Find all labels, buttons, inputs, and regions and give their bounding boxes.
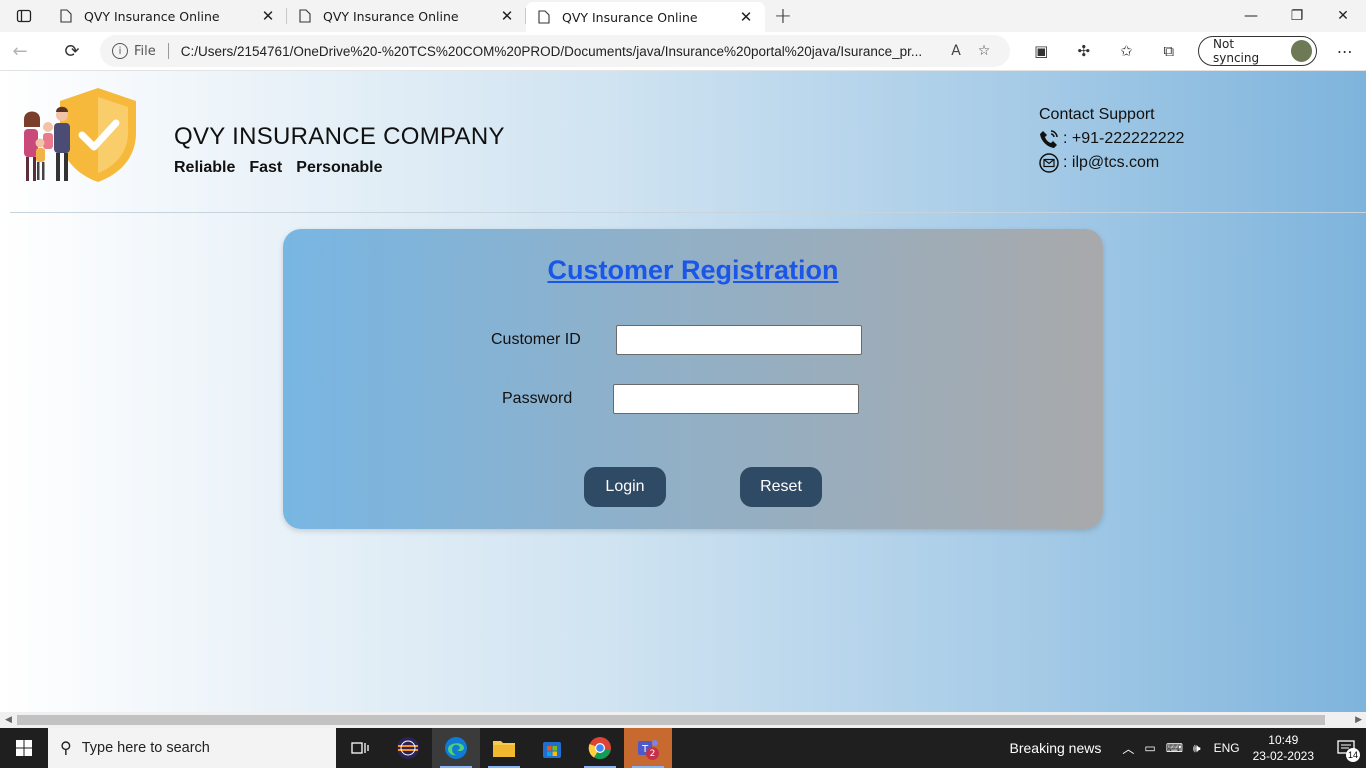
login-button[interactable]: Login bbox=[584, 467, 666, 507]
company-name: QVY INSURANCE COMPANY bbox=[174, 123, 505, 150]
extensions-icon[interactable]: ✣ bbox=[1063, 42, 1106, 60]
favorites-icon[interactable]: ✩ bbox=[1105, 42, 1148, 60]
reader-view-icon[interactable]: ▣ bbox=[1020, 42, 1063, 60]
toolbar-right: ▣ ✣ ✩ ⧉ Not syncing ⋯ bbox=[1020, 35, 1366, 67]
tab-title: QVY Insurance Online bbox=[323, 8, 459, 24]
collections-icon[interactable]: ⧉ bbox=[1148, 42, 1191, 60]
chrome-icon bbox=[588, 737, 611, 760]
tab-title: QVY Insurance Online bbox=[84, 8, 220, 24]
url-text[interactable]: C:/Users/2154761/OneDrive%20-%20TCS%20CO… bbox=[181, 44, 942, 59]
add-favorite-icon[interactable]: ☆ bbox=[970, 43, 998, 59]
contact-phone-row: : +91-222222222 bbox=[1039, 127, 1184, 151]
eclipse-app[interactable] bbox=[384, 728, 432, 768]
edge-app[interactable] bbox=[432, 728, 480, 768]
close-tab-icon[interactable]: ✕ bbox=[259, 7, 277, 25]
family-shield-logo bbox=[24, 88, 136, 182]
customer-id-input[interactable] bbox=[616, 325, 862, 355]
chevron-up-icon[interactable]: ︿ bbox=[1122, 740, 1134, 757]
page-icon bbox=[536, 9, 552, 25]
avatar bbox=[1291, 40, 1313, 62]
teams-badge: 2 bbox=[646, 747, 659, 760]
task-view-icon bbox=[351, 742, 369, 754]
clock-time: 10:49 bbox=[1268, 733, 1299, 747]
notification-count: 14 bbox=[1346, 748, 1360, 762]
info-icon[interactable]: i bbox=[112, 43, 128, 59]
tagline-item: Reliable bbox=[174, 159, 236, 176]
password-input[interactable] bbox=[613, 384, 859, 414]
password-label: Password bbox=[502, 390, 573, 407]
scrollbar-thumb[interactable] bbox=[17, 715, 1325, 725]
search-icon: ⚲ bbox=[60, 740, 72, 757]
start-button[interactable] bbox=[0, 728, 48, 768]
minimize-button[interactable]: — bbox=[1228, 0, 1274, 32]
horizontal-scrollbar[interactable]: ◀ ▶ bbox=[0, 712, 1366, 728]
tagline-item: Personable bbox=[296, 159, 383, 176]
tagline-item: Fast bbox=[249, 159, 283, 176]
network-icon[interactable]: ⌨ bbox=[1166, 741, 1183, 755]
window-controls: — ❐ ✕ bbox=[1228, 0, 1366, 32]
email-icon bbox=[1039, 153, 1059, 173]
system-tray: Breaking news ︿ ▭ ⌨ 🕪 ENG 10:49 23-02-20… bbox=[1010, 728, 1366, 768]
tab-actions-icon bbox=[16, 9, 32, 23]
edge-icon bbox=[445, 737, 467, 759]
read-aloud-icon[interactable]: A bbox=[942, 43, 970, 59]
folder-icon bbox=[493, 741, 515, 757]
news-widget[interactable]: Breaking news bbox=[1010, 740, 1102, 756]
chrome-app[interactable] bbox=[576, 728, 624, 768]
browser-tab-2[interactable]: QVY Insurance Online ✕ bbox=[287, 0, 526, 32]
file-explorer-app[interactable] bbox=[480, 728, 528, 768]
contact-phone: : +91-222222222 bbox=[1063, 130, 1185, 147]
browser-tab-3[interactable]: QVY Insurance Online ✕ bbox=[526, 2, 765, 32]
tab-title: QVY Insurance Online bbox=[562, 9, 698, 25]
reset-button[interactable]: Reset bbox=[740, 467, 822, 507]
web-page: QVY INSURANCE COMPANY Reliable Fast Pers… bbox=[0, 71, 1366, 712]
search-placeholder: Type here to search bbox=[81, 740, 210, 756]
scroll-right-icon[interactable]: ▶ bbox=[1355, 715, 1362, 725]
tagline: Reliable Fast Personable bbox=[174, 159, 383, 177]
contact-title: Contact Support bbox=[1039, 106, 1155, 123]
refresh-button[interactable]: ⟳ bbox=[52, 34, 92, 68]
sync-label: Not syncing bbox=[1213, 37, 1260, 65]
clock[interactable]: 10:49 23-02-2023 bbox=[1253, 732, 1314, 764]
eclipse-icon bbox=[397, 737, 419, 759]
task-view-button[interactable] bbox=[336, 728, 384, 768]
close-window-button[interactable]: ✕ bbox=[1320, 0, 1366, 32]
contact-email: : ilp@tcs.com bbox=[1063, 154, 1160, 171]
teams-app[interactable]: T 2 bbox=[624, 728, 672, 768]
address-separator bbox=[167, 43, 169, 59]
form-title[interactable]: Customer Registration bbox=[283, 255, 1103, 286]
more-options-icon[interactable]: ⋯ bbox=[1323, 42, 1366, 61]
battery-icon[interactable]: ▭ bbox=[1144, 741, 1155, 755]
navigation-bar: ← ⟳ i File C:/Users/2154761/OneDrive%20-… bbox=[0, 32, 1366, 71]
profile-sync-button[interactable]: Not syncing bbox=[1198, 36, 1318, 66]
back-button[interactable]: ← bbox=[0, 34, 40, 68]
tab-actions-button[interactable] bbox=[0, 0, 48, 32]
store-icon bbox=[543, 742, 561, 758]
tab-bar: QVY Insurance Online ✕ QVY Insurance Onl… bbox=[0, 0, 1366, 32]
windows-icon bbox=[16, 740, 32, 756]
registration-card: Customer Registration Customer ID Passwo… bbox=[283, 229, 1103, 529]
restore-button[interactable]: ❐ bbox=[1274, 0, 1320, 32]
volume-icon[interactable]: 🕪 bbox=[1193, 741, 1201, 756]
scroll-left-icon[interactable]: ◀ bbox=[5, 715, 12, 725]
phone-icon bbox=[1039, 129, 1059, 149]
taskbar: ⚲ Type here to search T 2 Breaking news … bbox=[0, 728, 1366, 768]
header-divider bbox=[10, 212, 1366, 213]
page-icon bbox=[297, 8, 313, 24]
store-app[interactable] bbox=[528, 728, 576, 768]
taskbar-search-box[interactable]: ⚲ Type here to search bbox=[48, 728, 336, 768]
close-tab-icon[interactable]: ✕ bbox=[737, 8, 755, 26]
browser-tab-1[interactable]: QVY Insurance Online ✕ bbox=[48, 0, 287, 32]
page-icon bbox=[58, 8, 74, 24]
contact-email-row: : ilp@tcs.com bbox=[1039, 151, 1184, 175]
address-bar[interactable]: i File C:/Users/2154761/OneDrive%20-%20T… bbox=[100, 35, 1010, 67]
clock-date: 23-02-2023 bbox=[1252, 749, 1314, 763]
scheme-label: File bbox=[134, 43, 156, 59]
contact-support: Contact Support : +91-222222222 : ilp@tc… bbox=[1039, 103, 1184, 175]
customer-id-label: Customer ID bbox=[491, 331, 581, 348]
language-indicator[interactable]: ENG bbox=[1214, 741, 1240, 755]
close-tab-icon[interactable]: ✕ bbox=[498, 7, 516, 25]
new-tab-button[interactable]: + bbox=[765, 0, 801, 32]
notification-center-button[interactable]: 14 bbox=[1326, 728, 1366, 768]
